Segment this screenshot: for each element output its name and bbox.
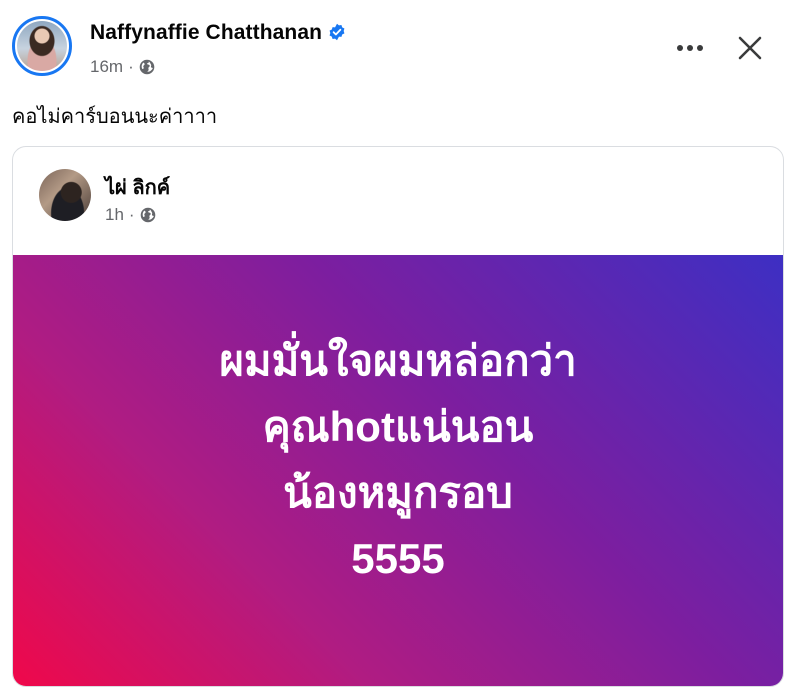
shared-author-avatar[interactable] [39,169,91,221]
post-time[interactable]: 16m [90,57,123,77]
globe-icon [140,207,155,223]
post-header: Naffynaffie Chatthanan 16m · [12,14,800,84]
globe-icon [139,59,155,75]
post-caption: คอไม่คาร์บอนนะค่าาาา [12,106,218,128]
shared-post-meta: 1h · [105,205,156,225]
text-post-content: ผมมั่นใจผมหล่อกว่า คุณhotแน่นอน น้องหมูก… [219,328,576,592]
text-post-background: ผมมั่นใจผมหล่อกว่า คุณhotแน่นอน น้องหมูก… [13,255,783,686]
close-button[interactable] [730,28,770,68]
meta-separator: · [128,57,134,76]
more-options-button[interactable] [670,30,710,66]
shared-post-header: ไผ่ ลิกค์ 1h · [13,147,783,255]
author-name[interactable]: Naffynaffie Chatthanan [90,21,346,45]
verified-badge-icon [329,23,345,41]
close-icon [738,36,762,60]
more-horizontal-icon [677,45,703,51]
shared-post-card[interactable]: ไผ่ ลิกค์ 1h · ผมมั่นใจผมหล่อกว่า คุณhot… [12,146,784,687]
author-avatar[interactable] [12,16,72,76]
shared-meta-separator: · [128,205,135,224]
shared-post-time[interactable]: 1h [105,205,124,225]
post-meta: 16m · [90,57,155,77]
text-line: น้องหมูกรอบ [283,468,513,516]
shared-author-name[interactable]: ไผ่ ลิกค์ [105,171,170,203]
text-line: 5555 [351,534,445,582]
text-line: คุณhotแน่นอน [262,402,534,450]
author-name-text[interactable]: Naffynaffie Chatthanan [90,21,322,44]
avatar-image [17,21,67,71]
text-line: ผมมั่นใจผมหล่อกว่า [219,336,577,384]
